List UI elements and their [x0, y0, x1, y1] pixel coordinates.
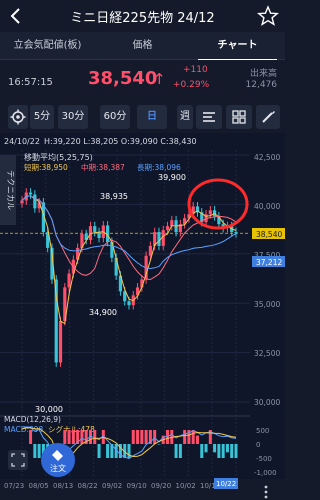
order-button-label: 注文	[50, 463, 66, 473]
macd-bar	[234, 444, 238, 458]
macd-bar	[37, 444, 41, 458]
candle-body	[208, 210, 212, 215]
macd-bar	[136, 430, 140, 444]
date-tick: 08/05	[29, 482, 49, 490]
candle-body	[28, 192, 33, 195]
annotation-peak2: 39,900	[158, 173, 186, 182]
macd-label: MACD(12,26,9)	[4, 415, 61, 424]
price-tick: 30,000	[254, 398, 280, 407]
price-chart[interactable]: 24/10/22 H:39,220 L:38,205 O:39,090 C:38…	[0, 0, 285, 500]
macd-bar	[153, 430, 157, 444]
date-axis: 07/23 08/05 08/13 08/22 09/02 09/10 09/20 10/02…	[4, 482, 216, 490]
annotation-low: 30,000	[35, 405, 63, 414]
candle-body	[114, 257, 118, 276]
ma-indicator-name: 移動平均(5,25,75)	[24, 152, 93, 162]
macd-bar	[174, 444, 178, 458]
macd-bar	[183, 430, 187, 444]
macd-bar	[29, 430, 33, 444]
macd-bar	[195, 435, 199, 444]
expand-icon[interactable]	[8, 450, 28, 470]
date-tick: 10/02	[176, 482, 196, 490]
macd-bar	[67, 430, 71, 444]
macd-bar	[178, 444, 182, 458]
price-tick: 35,000	[254, 300, 280, 309]
macd-bar	[33, 444, 37, 458]
current-date-tag-text: 10/22	[216, 480, 236, 488]
macd-bar	[213, 444, 217, 453]
ref-price-tag-text: 37,212	[256, 258, 282, 267]
technical-side-tab-label: テクニカル	[6, 170, 15, 210]
macd-bar	[225, 444, 229, 453]
macd-bar	[200, 444, 204, 458]
candle-body	[127, 301, 131, 306]
macd-bar	[217, 444, 221, 458]
macd-value: MACD:398	[4, 425, 44, 434]
ma-long-value: 長期:38,096	[137, 163, 181, 172]
order-button[interactable]: 注文	[41, 443, 75, 477]
candle-body	[33, 194, 37, 209]
more-menu-icon[interactable]	[264, 485, 268, 499]
price-tick: 42,500	[254, 153, 280, 162]
date-tick: 10/1	[200, 482, 216, 490]
macd-bar	[157, 444, 161, 445]
macd-bar	[230, 444, 234, 458]
macd-bar	[63, 430, 67, 444]
macd-bar	[191, 430, 195, 444]
macd-tick: -1,000	[254, 469, 277, 477]
macd-bar	[144, 430, 148, 444]
ma-mid-value: 中期:38,387	[81, 162, 125, 172]
macd-bar	[204, 444, 208, 453]
candle-body	[97, 232, 101, 238]
candle-body	[234, 232, 238, 234]
date-tick: 09/02	[102, 482, 122, 490]
macd-bar	[97, 444, 101, 458]
macd-bar	[140, 430, 144, 444]
date-tick: 08/13	[53, 482, 73, 490]
date-tick: 09/10	[127, 482, 147, 490]
macd-signal: シグナル:478	[48, 424, 95, 434]
last-price-tag-text: 38,540	[256, 230, 282, 239]
candle-body	[157, 232, 161, 246]
price-tick: 32,500	[254, 349, 280, 358]
price-tick: 40,000	[254, 202, 280, 211]
macd-bar	[221, 444, 225, 458]
annotation-peak1: 38,935	[100, 192, 128, 201]
macd-tick: -500	[256, 455, 272, 463]
candle-body	[148, 245, 152, 256]
date-tick: 08/22	[78, 482, 98, 490]
candle-body	[58, 320, 63, 363]
candle-body	[67, 273, 71, 288]
ohlc-date: 24/10/22	[4, 137, 40, 146]
macd-tick: 0	[256, 441, 260, 449]
macd-bar	[131, 430, 135, 444]
date-tick: 09/20	[151, 482, 171, 490]
candle-body	[165, 226, 170, 231]
macd-bar	[106, 444, 110, 458]
date-tick: 07/23	[4, 482, 24, 490]
macd-tick: 500	[256, 427, 269, 435]
candle-body	[93, 226, 97, 233]
macd-bar	[80, 430, 84, 444]
ohlc-values: H:39,220 L:38,205 O:39,090 C:38,430	[44, 137, 197, 146]
ma-short-value: 短期:38,950	[24, 162, 68, 172]
candle-body	[20, 200, 24, 204]
macd-bar	[71, 430, 75, 444]
annotation-trough1: 34,900	[89, 308, 117, 317]
macd-bar	[166, 430, 170, 444]
